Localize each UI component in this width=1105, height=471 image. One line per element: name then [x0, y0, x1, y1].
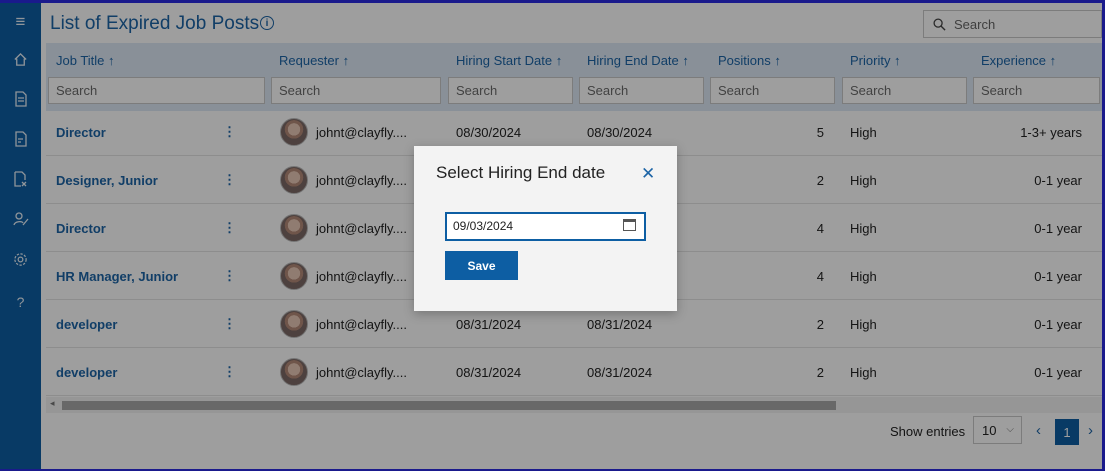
calendar-icon[interactable] — [623, 219, 636, 231]
select-date-dialog: Select Hiring End date ✕ 09/03/2024 Save — [414, 146, 677, 311]
sidebar-overlay — [0, 3, 41, 469]
save-button[interactable]: Save — [445, 251, 518, 280]
date-value: 09/03/2024 — [453, 219, 514, 233]
dialog-title: Select Hiring End date — [436, 163, 606, 182]
close-icon[interactable]: ✕ — [641, 164, 655, 184]
hiring-end-date-input[interactable]: 09/03/2024 — [445, 212, 646, 241]
